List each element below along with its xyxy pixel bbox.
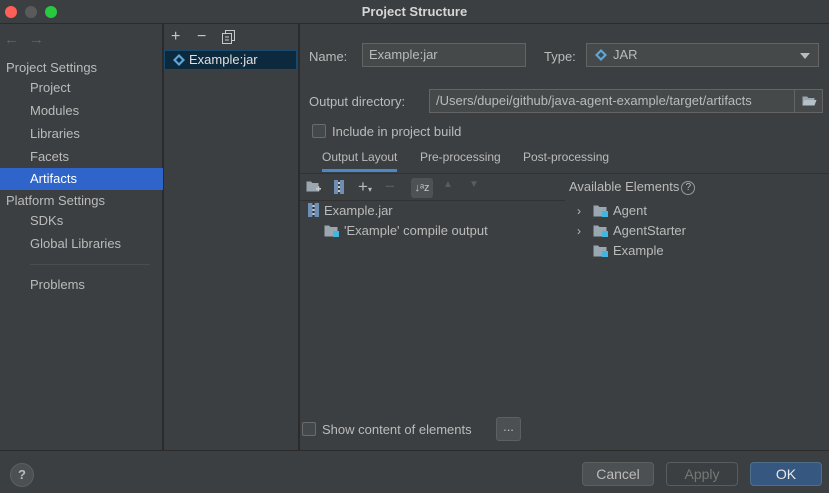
- output-directory-field[interactable]: /Users/dupei/github/java-agent-example/t…: [429, 89, 823, 113]
- nav-item-facets[interactable]: Facets: [0, 146, 163, 168]
- jar-artifact-icon: [173, 54, 185, 66]
- nav-item-sdks[interactable]: SDKs: [0, 210, 163, 232]
- available-item-label: Agent: [613, 203, 647, 218]
- tree-item-label: Example.jar: [324, 203, 393, 218]
- available-item-label: AgentStarter: [613, 223, 686, 238]
- sort-elements-icon[interactable]: ↓ᵃz: [411, 178, 433, 198]
- apply-button[interactable]: Apply: [666, 462, 738, 486]
- nav-item-artifacts[interactable]: Artifacts: [0, 168, 163, 190]
- history-arrows: ←→: [4, 31, 54, 48]
- available-item-example[interactable]: Example: [593, 243, 664, 258]
- help-icon[interactable]: ?: [681, 181, 696, 195]
- archive-icon: [308, 203, 319, 217]
- back-arrow-icon[interactable]: ←: [4, 31, 29, 48]
- show-content-label: Show content of elements: [322, 422, 472, 437]
- nav-item-problems[interactable]: Problems: [0, 274, 163, 296]
- nav-item-modules[interactable]: Modules: [0, 100, 163, 122]
- more-options-button[interactable]: ...: [496, 417, 521, 441]
- output-layout-panel: +▾ − ↓ᵃz ▲ ▼ Example.jar 'Example' compi…: [300, 174, 565, 424]
- dialog-button-bar: ? Cancel Apply OK: [0, 450, 829, 493]
- move-up-icon[interactable]: ▲: [443, 179, 453, 190]
- new-directory-icon[interactable]: [306, 180, 321, 196]
- tree-divider: [300, 200, 565, 201]
- folder-icon: [324, 225, 339, 237]
- chevron-right-icon[interactable]: ›: [577, 224, 581, 238]
- name-field[interactable]: Example:jar: [362, 43, 526, 67]
- help-button[interactable]: ?: [10, 463, 34, 487]
- tree-item-example-jar[interactable]: Example.jar: [308, 203, 393, 218]
- archive-toolbar-icon[interactable]: [333, 180, 345, 197]
- remove-artifact-button[interactable]: −: [197, 28, 206, 46]
- ok-button[interactable]: OK: [750, 462, 822, 486]
- type-select[interactable]: JAR: [586, 43, 819, 67]
- add-element-icon[interactable]: +▾: [358, 177, 372, 197]
- output-directory-value: /Users/dupei/github/java-agent-example/t…: [436, 93, 752, 108]
- move-down-icon[interactable]: ▼: [469, 179, 479, 190]
- module-folder-icon: [593, 245, 608, 257]
- artifacts-list-panel: + − Example:jar: [164, 24, 299, 450]
- type-select-value: JAR: [613, 47, 638, 62]
- artifact-details-panel: Name: Example:jar Type: JAR Output direc…: [300, 24, 829, 450]
- artifact-item-example-jar[interactable]: Example:jar: [164, 50, 297, 70]
- chevron-right-icon[interactable]: ›: [577, 204, 581, 218]
- available-item-agentstarter[interactable]: AgentStarter: [593, 223, 686, 238]
- copy-icon[interactable]: [222, 30, 235, 49]
- tree-item-label: 'Example' compile output: [344, 223, 488, 238]
- include-in-build-checkbox[interactable]: [312, 124, 326, 138]
- title-bar: Project Structure: [0, 0, 829, 24]
- module-folder-icon: [593, 205, 608, 217]
- name-label: Name:: [309, 49, 348, 64]
- tab-post-processing[interactable]: Post-processing: [523, 150, 609, 164]
- settings-navigation: ←→ Project Settings Project Modules Libr…: [0, 24, 163, 450]
- available-elements-heading: Available Elements?: [569, 179, 696, 195]
- available-item-label: Example: [613, 243, 664, 258]
- cancel-button[interactable]: Cancel: [582, 462, 654, 486]
- tab-output-layout[interactable]: Output Layout: [322, 150, 398, 172]
- nav-item-project[interactable]: Project: [0, 77, 163, 99]
- artifacts-toolbar: + −: [164, 28, 299, 48]
- jar-type-icon: [595, 49, 607, 61]
- window-title: Project Structure: [361, 4, 468, 19]
- artifact-item-label: Example:jar: [189, 52, 258, 67]
- remove-element-icon[interactable]: −: [385, 177, 395, 197]
- add-artifact-button[interactable]: +: [171, 28, 180, 46]
- chevron-down-icon: [800, 53, 810, 59]
- tree-item-compile-output[interactable]: 'Example' compile output: [324, 223, 488, 238]
- forward-arrow-icon[interactable]: →: [29, 31, 54, 48]
- tab-pre-processing[interactable]: Pre-processing: [420, 150, 501, 164]
- available-item-agent[interactable]: Agent: [593, 203, 647, 218]
- nav-item-libraries[interactable]: Libraries: [0, 123, 163, 145]
- show-content-checkbox[interactable]: [302, 422, 316, 436]
- available-elements-label: Available Elements: [569, 179, 680, 194]
- module-folder-icon: [593, 225, 608, 237]
- nav-divider: [30, 264, 150, 265]
- output-directory-label: Output directory:: [309, 94, 406, 109]
- browse-folder-icon[interactable]: [794, 90, 822, 112]
- type-label: Type:: [544, 49, 576, 64]
- project-settings-heading: Project Settings: [6, 60, 98, 75]
- include-in-build-label: Include in project build: [332, 124, 462, 139]
- platform-settings-heading: Platform Settings: [6, 193, 105, 208]
- nav-item-global-libraries[interactable]: Global Libraries: [0, 233, 163, 255]
